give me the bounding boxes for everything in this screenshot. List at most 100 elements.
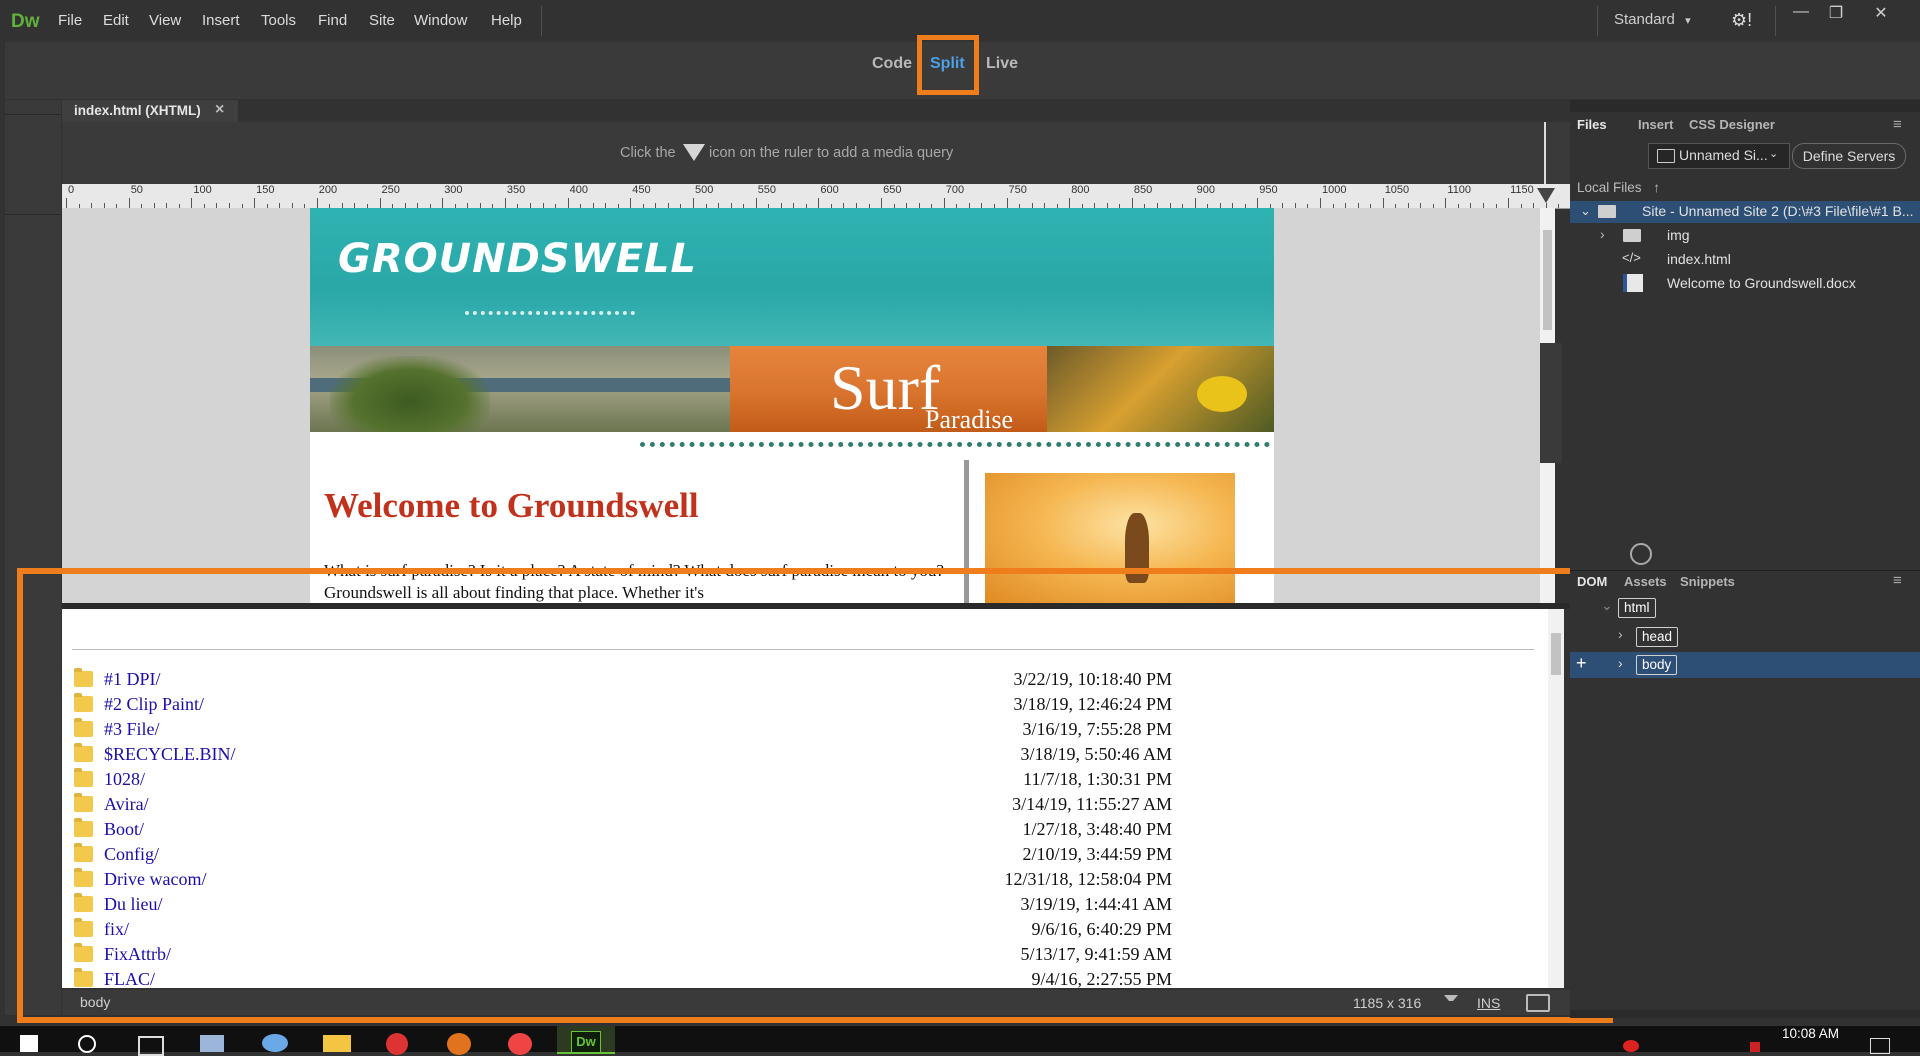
menu-file[interactable]: File [58,12,82,29]
local-files-header[interactable]: Local Files ↑ [1577,180,1660,195]
ruler-label: 550 [757,184,777,196]
ruler-label: 1050 [1384,184,1410,196]
file-tree-item-index[interactable]: </> index.html [1570,249,1920,271]
menu-tools[interactable]: Tools [261,12,296,29]
ruler-label: 900 [1196,184,1215,196]
gutter-divider [5,214,61,215]
panel-menu-icon[interactable]: ≡ [1893,572,1902,589]
menu-edit[interactable]: Edit [103,12,129,29]
store-icon[interactable] [200,1035,224,1052]
code-view-button[interactable]: Code [872,55,912,73]
ruler-label: 400 [569,184,588,196]
dom-selected-row[interactable]: + › body [1570,652,1920,678]
menu-find[interactable]: Find [318,12,347,29]
menu-help[interactable]: Help [491,12,522,29]
panel-menu-icon[interactable]: ≡ [1893,116,1902,133]
ruler-minor-tick [1558,204,1560,208]
file-tree-item-docx[interactable]: Welcome to Groundswell.docx [1570,273,1920,295]
site-folder-icon [1598,205,1616,218]
splitter-handle[interactable] [1540,343,1562,463]
tray-icon[interactable] [1623,1040,1639,1052]
tab-snippets[interactable]: Snippets [1680,574,1735,589]
chevron-right-icon[interactable]: › [1618,626,1623,642]
media-query-hint-start: Click the [620,145,676,161]
dreamweaver-taskbar-button[interactable]: Dw [557,1026,615,1054]
document-tab-strip [62,100,1570,122]
scrollbar-thumb[interactable] [1543,230,1552,330]
ruler-label: 1100 [1447,184,1472,196]
tab-css-designer[interactable]: CSS Designer [1689,117,1775,132]
menu-view[interactable]: View [149,12,181,29]
workspace-switcher[interactable]: Standard ▾ [1614,11,1691,28]
panel-header-strip [1570,100,1920,112]
ruler-label: 150 [256,184,275,196]
site-root-row[interactable]: ⌄ Site - Unnamed Site 2 (D:\#3 File\file… [1570,201,1920,223]
file-tree-item-label: Welcome to Groundswell.docx [1667,275,1856,291]
ruler-label: 200 [318,184,338,196]
document-tab[interactable]: index.html (XHTML) × [62,100,238,122]
windows-start-icon[interactable] [20,1035,38,1052]
bird-photo [1047,346,1274,432]
ruler-marker-icon[interactable] [1537,188,1555,203]
site-select[interactable]: Unnamed Si... ⌄ [1648,143,1790,169]
ruler-label: 500 [695,184,714,196]
controls-divider [1775,6,1776,36]
maximize-button[interactable]: ❐ [1818,3,1854,27]
design-view[interactable]: GROUNDSWELL Surf Paradise Welcome to Gro… [62,208,1540,603]
close-window-button[interactable]: ✕ [1863,3,1899,27]
menu-window[interactable]: Window [414,12,467,29]
tab-dom[interactable]: DOM [1577,574,1607,589]
minimize-button[interactable]: — [1783,3,1819,27]
ruler-label: 650 [883,184,902,196]
beach-photo [310,346,730,432]
tray-icon[interactable] [1750,1042,1760,1052]
ruler-label: 1150 [1510,184,1534,196]
file-explorer-icon[interactable] [323,1035,351,1052]
ruler[interactable]: 0 50 100 150 200 250 300 350 400 450 500 550 600 650 7… [62,184,1570,209]
document-tab-label: index.html (XHTML) [74,103,201,118]
dom-node-html[interactable]: html [1618,598,1656,618]
ruler-major-tick [442,198,444,208]
close-icon[interactable]: × [215,101,224,119]
chevron-right-icon[interactable]: › [1600,226,1605,242]
chevron-down-icon[interactable]: ⌄ [1601,597,1613,614]
live-view-button[interactable]: Live [986,55,1018,73]
chevron-right-icon[interactable]: › [1618,655,1623,671]
dom-node-body[interactable]: body [1636,655,1678,675]
ruler-major-tick [128,198,130,208]
define-servers-button[interactable]: Define Servers [1792,143,1906,169]
ruler-label: 50 [130,184,143,196]
local-files-label: Local Files [1577,180,1642,195]
gutter-divider [5,114,61,115]
menu-site[interactable]: Site [369,12,395,29]
browser-icon[interactable] [262,1034,288,1052]
task-view-icon[interactable] [138,1036,164,1056]
ruler-major-tick [504,198,506,208]
word-file-icon [1623,274,1643,292]
taskbar-clock[interactable]: 10:08 AM [1782,1026,1839,1041]
ruler-major-tick [818,198,820,208]
chevron-down-icon[interactable]: ⌄ [1580,203,1591,219]
tab-insert[interactable]: Insert [1638,117,1673,132]
tab-files[interactable]: Files [1577,117,1607,132]
file-tree-item-img[interactable]: › img [1570,225,1920,247]
paradise-subtitle: Paradise [925,405,1014,434]
media-query-hint-end: icon on the ruler to add a media query [709,145,954,161]
ruler-major-tick [943,198,945,208]
panel-scrollbar[interactable] [1570,1010,1920,1018]
ruler-major-tick [1194,198,1196,208]
search-icon[interactable] [78,1035,96,1053]
workspace-divider [1597,6,1598,36]
menu-insert[interactable]: Insert [202,12,240,29]
gear-icon[interactable]: ⚙! [1731,10,1752,31]
tab-assets[interactable]: Assets [1624,574,1667,589]
globe-sync-icon[interactable] [1630,543,1652,565]
dom-node-head[interactable]: head [1636,627,1679,647]
add-element-icon[interactable]: + [1576,653,1587,674]
ruler-label: 1000 [1322,184,1347,196]
site-root-label: Site - Unnamed Site 2 (D:\#3 File\file\#… [1642,203,1914,219]
welcome-heading: Welcome to Groundswell [324,486,699,525]
windows-taskbar: Dw 10:08 AM [0,1026,1920,1056]
ruler-label: 350 [506,184,526,196]
groundswell-logo: GROUNDSWELL [338,236,698,282]
